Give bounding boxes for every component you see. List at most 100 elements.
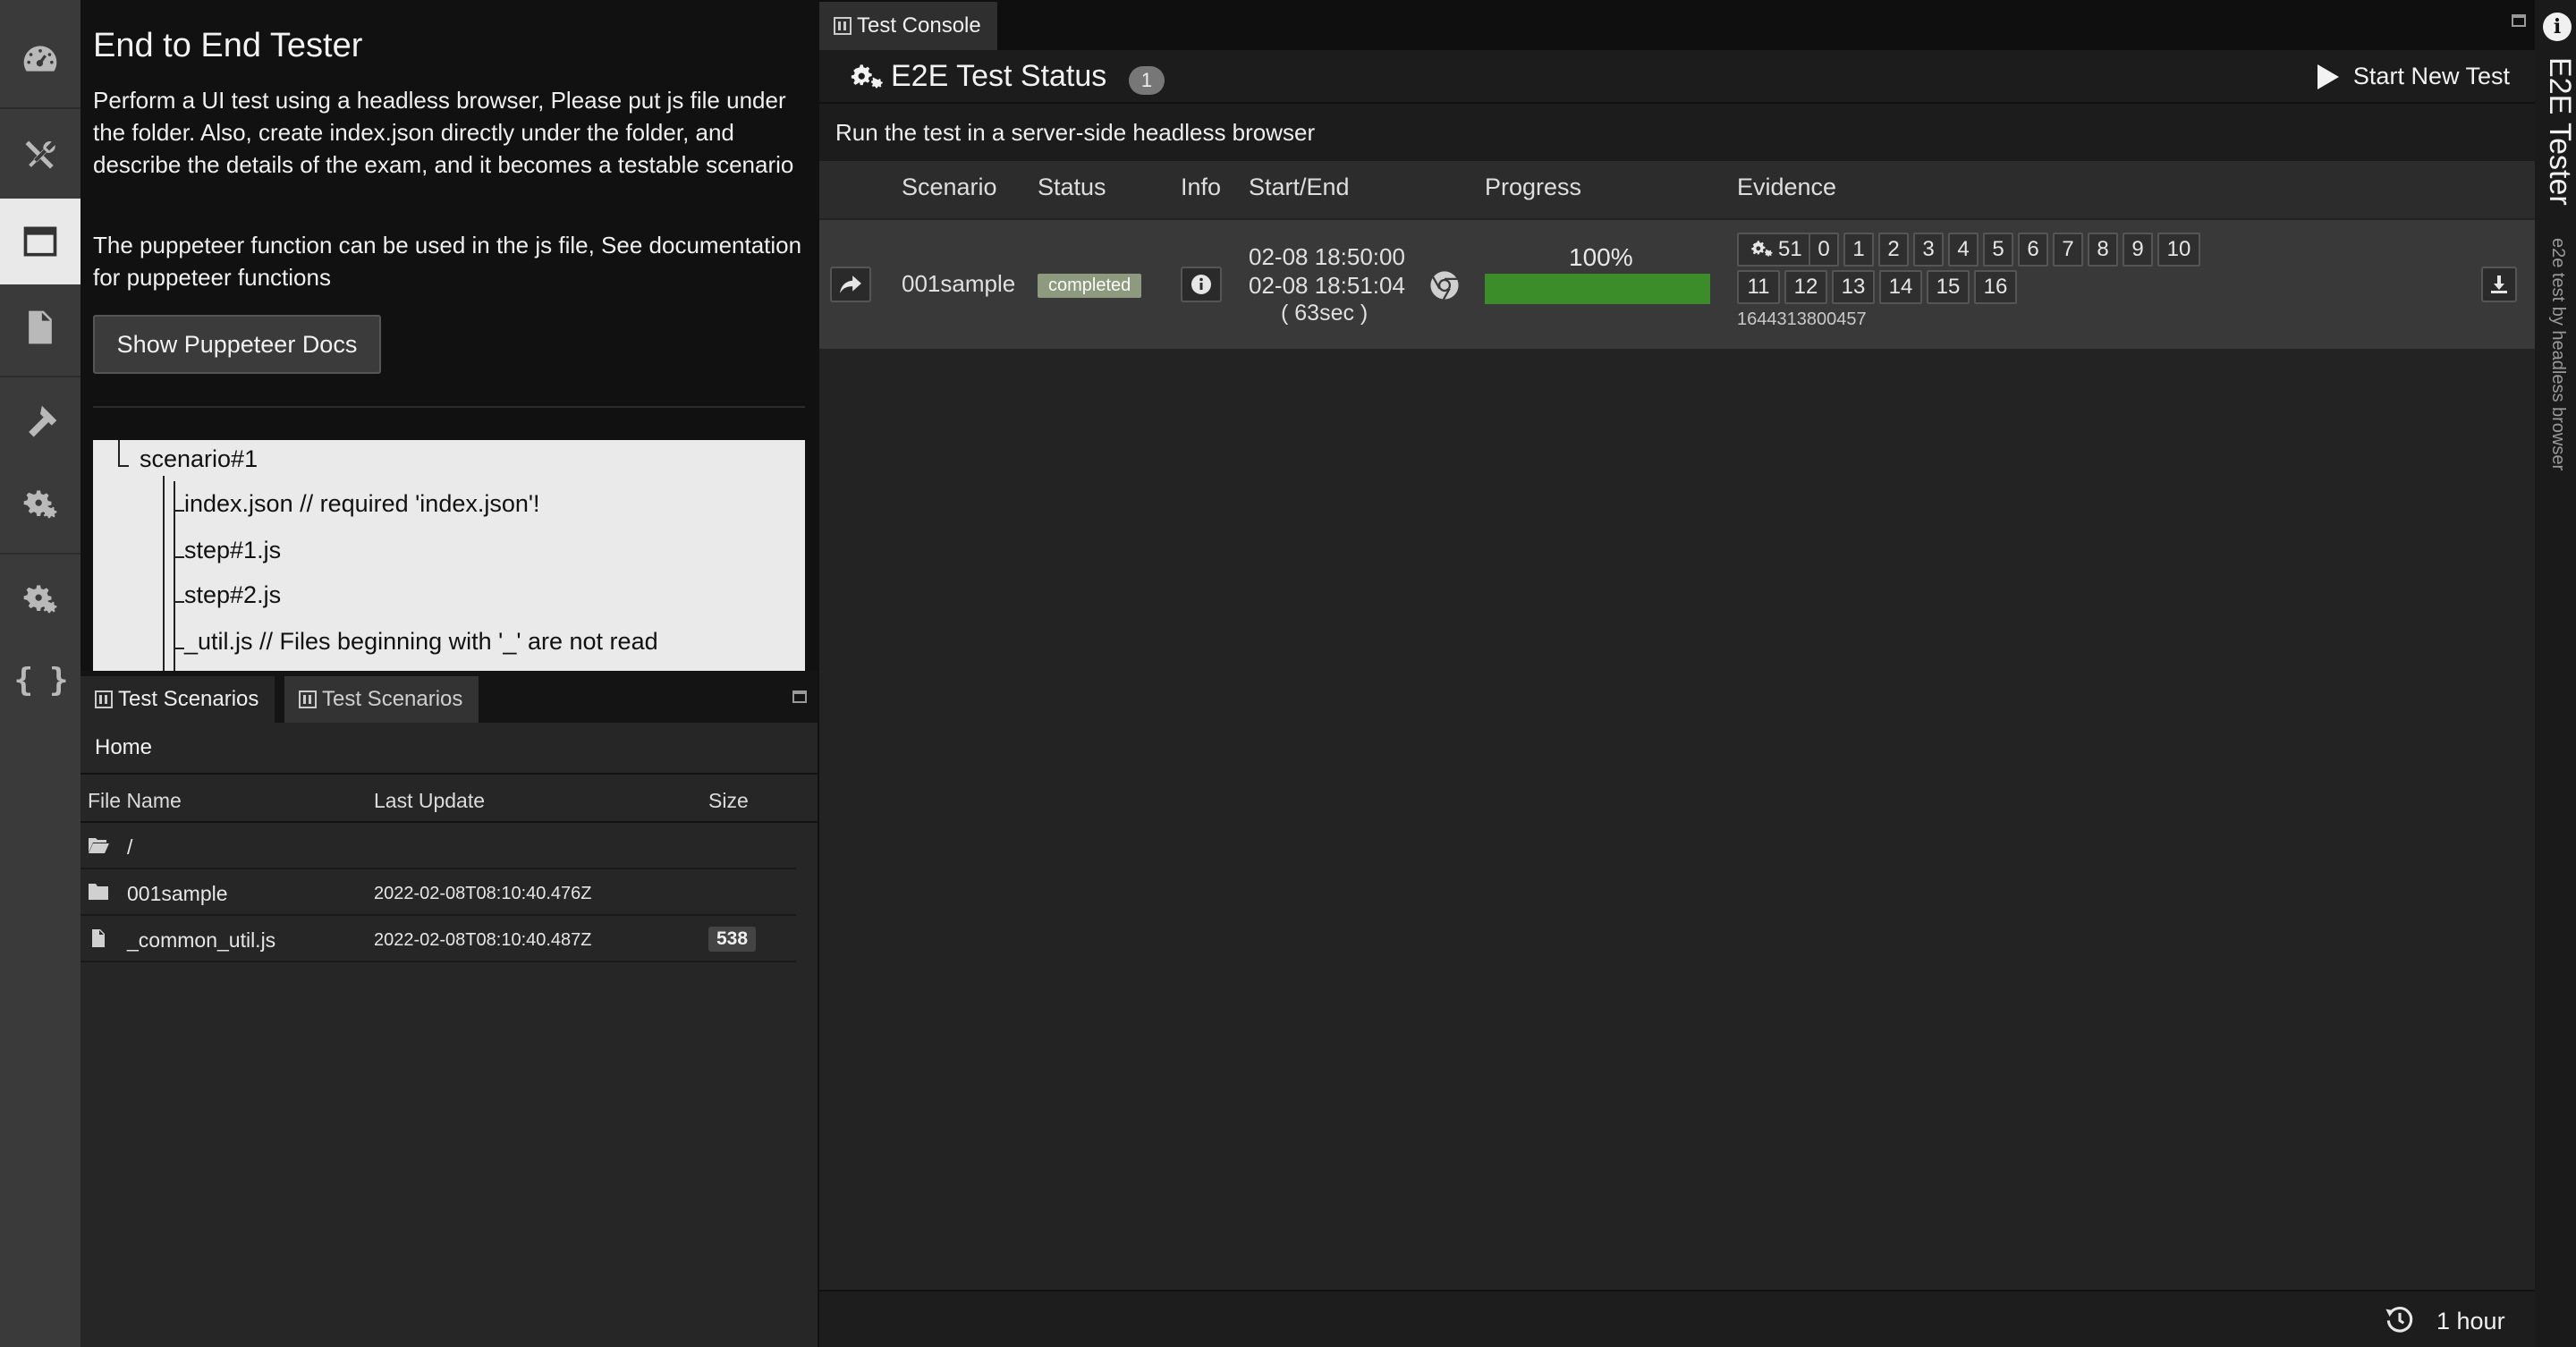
tree-node: _util.js // Files beginning with '_' are…	[184, 628, 658, 655]
share-icon[interactable]	[830, 267, 871, 302]
file-icon	[88, 928, 109, 948]
gears-icon[interactable]	[0, 462, 80, 547]
panel-icon	[299, 690, 317, 708]
column-header: Info	[1181, 174, 1222, 200]
end-time: 02-08 18:51:04	[1249, 272, 1405, 299]
column-header[interactable]: Last Update	[374, 789, 485, 813]
tab-test-console[interactable]: Test Console	[819, 2, 997, 50]
column-header[interactable]: File Name	[88, 789, 182, 813]
puppeteer-note: The puppeteer function can be used in th…	[93, 232, 802, 291]
folder-open-icon	[88, 835, 109, 855]
gears-icon[interactable]	[0, 556, 80, 642]
evidence-step-button[interactable]: 9	[2123, 233, 2153, 267]
tab-bar: Test Scenarios Test Scenarios	[80, 671, 818, 723]
panel-icon	[834, 17, 852, 35]
progress-fill	[1485, 274, 1710, 304]
gears-icon	[851, 64, 883, 89]
play-icon	[2317, 64, 2339, 89]
start-new-test-label: Start New Test	[2352, 63, 2510, 89]
show-puppeteer-docs-button[interactable]: Show Puppeteer Docs	[93, 315, 381, 374]
info-icon[interactable]: i	[2543, 13, 2572, 41]
download-icon[interactable]	[2481, 267, 2517, 302]
rail-divider	[0, 107, 80, 109]
start-time: 02-08 18:50:00	[1249, 243, 1405, 270]
evidence-step-button[interactable]: 1	[1843, 233, 1874, 267]
side-strip: i E2E Tester e2e test by headless browse…	[2535, 0, 2576, 1347]
divider	[93, 406, 805, 408]
file-row[interactable]: /	[80, 825, 796, 869]
evidence-step-button[interactable]: 8	[2088, 233, 2118, 267]
tab-test-scenarios[interactable]: Test Scenarios	[80, 676, 275, 723]
panel-icon	[95, 690, 113, 708]
evidence-id: 1644313800457	[1737, 309, 1867, 329]
file-list-header: File Name Last Update Size	[80, 776, 818, 823]
evidence-step-button[interactable]: 2	[1878, 233, 1909, 267]
gears-icon	[1751, 241, 1773, 257]
rail-divider	[0, 553, 80, 555]
file-name: /	[127, 835, 133, 859]
evidence-step-button[interactable]: 0	[1809, 233, 1839, 267]
evidence-step-button[interactable]: 11	[1737, 270, 1780, 304]
column-header: Start/End	[1249, 174, 1350, 200]
evidence-step-button[interactable]: 10	[2157, 233, 2200, 267]
column-header: Status	[1038, 174, 1106, 200]
column-header: Scenario	[902, 174, 997, 200]
tree-node: step#2.js	[184, 581, 282, 608]
last-update: 2022-02-08T08:10:40.487Z	[374, 930, 592, 950]
side-subtitle: e2e test by headless browser	[2548, 238, 2568, 471]
dashboard-icon[interactable]	[0, 16, 80, 102]
maximize-icon[interactable]	[2512, 14, 2526, 27]
duration: ( 63sec )	[1281, 301, 1368, 326]
description: Perform a UI test using a headless brows…	[93, 87, 794, 178]
tab-label: Test Scenarios	[322, 687, 463, 711]
status-header: E2E Test Status 1 Start New Test	[819, 50, 2537, 104]
info-panel: End to End Tester Perform a UI test usin…	[80, 0, 818, 671]
status-title: E2E Test Status	[891, 59, 1107, 93]
status-count-badge: 1	[1129, 66, 1165, 95]
file-row[interactable]: _common_util.js 2022-02-08T08:10:40.487Z…	[80, 918, 796, 962]
evidence-step-button[interactable]: 13	[1832, 270, 1875, 304]
test-console-panel: Test Console E2E Test Status 1 Start New…	[818, 0, 2537, 1347]
braces-icon[interactable]: { }	[0, 637, 80, 723]
evidence-step-button[interactable]: 7	[2053, 233, 2083, 267]
tab-label: Test Console	[857, 13, 981, 38]
file-name: 001sample	[127, 882, 228, 905]
evidence-step-button[interactable]: 14	[1879, 270, 1922, 304]
file-row[interactable]: 001sample 2022-02-08T08:10:40.476Z	[80, 871, 796, 916]
progress-label: 100%	[1569, 243, 1633, 271]
browser-window-icon[interactable]	[0, 199, 80, 284]
maximize-icon[interactable]	[792, 690, 807, 703]
evidence-step-button[interactable]: 6	[2018, 233, 2048, 267]
evidence-step-button[interactable]: 16	[1974, 270, 2017, 304]
refresh-interval[interactable]: 1 hour	[2436, 1308, 2505, 1335]
info-icon[interactable]	[1181, 267, 1222, 302]
file-icon[interactable]	[0, 284, 80, 370]
tools-icon[interactable]	[0, 113, 80, 199]
column-header: Progress	[1485, 174, 1582, 200]
tree-node: step#1.js	[184, 537, 282, 563]
column-header: Evidence	[1737, 174, 1837, 200]
breadcrumb[interactable]: Home	[80, 723, 818, 775]
side-title: E2E Tester	[2543, 57, 2576, 206]
evidence-all-button[interactable]: 51	[1737, 233, 1813, 267]
column-header[interactable]: Size	[708, 789, 749, 813]
last-update: 2022-02-08T08:10:40.476Z	[374, 884, 592, 903]
evidence-step-button[interactable]: 15	[1927, 270, 1970, 304]
rail-divider	[0, 376, 80, 377]
evidence-step-button[interactable]: 5	[1983, 233, 2013, 267]
hammer-icon[interactable]	[0, 379, 80, 465]
test-scenarios-panel: Test Scenarios Test Scenarios Home File …	[80, 671, 818, 1347]
tab-test-scenarios-2[interactable]: Test Scenarios	[284, 676, 479, 723]
file-size: 538	[708, 927, 757, 952]
history-icon[interactable]	[2385, 1304, 2415, 1334]
tree-node: scenario#1	[140, 445, 258, 472]
tree-node: index.json // required 'index.json'!	[184, 490, 540, 517]
evidence-step-button[interactable]: 4	[1948, 233, 1979, 267]
start-new-test-button[interactable]: Start New Test	[2317, 63, 2510, 90]
evidence-step-button[interactable]: 3	[1913, 233, 1944, 267]
page-title: End to End Tester	[93, 27, 363, 64]
console-footer: 1 hour	[819, 1290, 2537, 1347]
tab-bar: Test Console	[819, 0, 2537, 50]
folder-icon	[88, 882, 109, 902]
evidence-step-button[interactable]: 12	[1784, 270, 1827, 304]
